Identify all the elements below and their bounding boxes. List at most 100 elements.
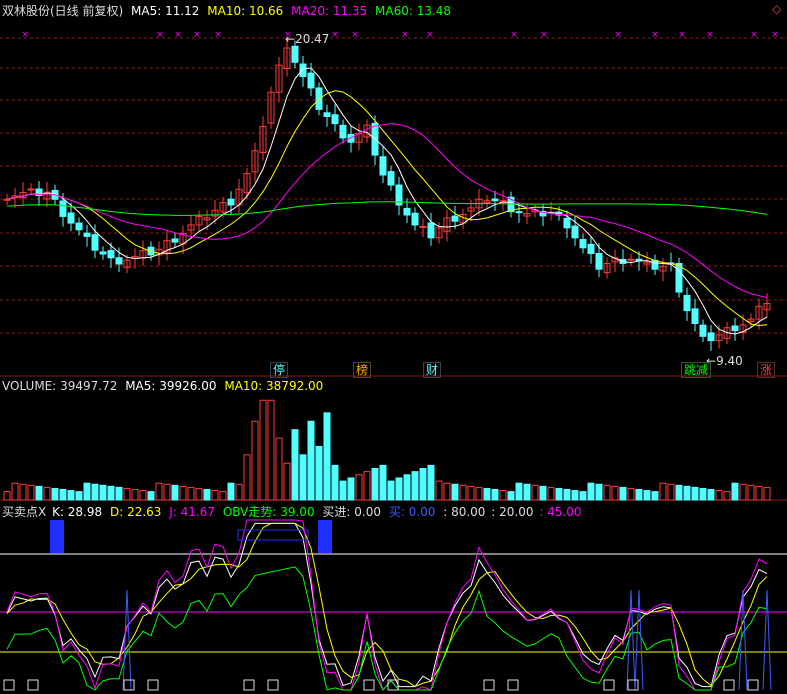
volume-bar [315, 445, 323, 501]
bottom-marker [3, 679, 15, 691]
volume-bar [155, 482, 163, 501]
volume-bar [691, 486, 699, 501]
bottom-marker [603, 679, 615, 691]
volume-bar [603, 484, 611, 501]
volume-bar [227, 482, 235, 501]
tag-finance[interactable]: 财 [423, 362, 442, 378]
volume-ma10-label: MA10: 38792.00 [224, 379, 324, 393]
top-signal-marker: × [771, 30, 779, 40]
tag-rise[interactable]: 涨 [757, 362, 776, 378]
candle-body [75, 222, 83, 231]
volume-bar [739, 483, 747, 501]
volume-bar [195, 487, 203, 501]
volume-bar [763, 486, 771, 501]
buy-signal-spike [634, 589, 644, 691]
low-price-marker: ←9.40 [706, 354, 743, 368]
top-signal-marker: × [21, 30, 29, 40]
volume-bar [387, 480, 395, 501]
volume-bar [243, 454, 251, 501]
volume-bar [307, 420, 315, 501]
candle-body [107, 250, 115, 259]
volume-bar [235, 483, 243, 501]
j-label: J: 41.67 [169, 505, 216, 519]
volume-bar [267, 399, 275, 501]
volume-bar [651, 491, 659, 501]
top-signal-marker: × [156, 30, 164, 40]
top-signal-marker: × [193, 30, 201, 40]
indicator-name[interactable]: 买卖点X [2, 505, 46, 519]
volume-bar [123, 487, 131, 501]
candle-body [403, 207, 411, 216]
j-line [6, 519, 768, 692]
candle-body [699, 324, 707, 337]
candle-body [387, 171, 395, 186]
tag-suspend[interactable]: 停 [270, 362, 289, 378]
high-price-marker: ←20.47 [285, 32, 330, 46]
top-signal-marker: × [706, 30, 714, 40]
volume-bar [667, 483, 675, 501]
kline-chart-canvas[interactable]: × × × × × × × × × × × × × × × × × × [0, 0, 787, 694]
volume-bar [491, 489, 499, 501]
bottom-marker [27, 679, 39, 691]
buy-signal-spike [626, 589, 636, 691]
level-20-label: : 20.00 [491, 505, 534, 519]
candle-body [707, 332, 715, 342]
volume-bar [339, 480, 347, 501]
candle-body [563, 217, 571, 229]
candle-body [299, 63, 307, 78]
bottom-marker [627, 679, 639, 691]
volume-bar [91, 483, 99, 501]
tag-ranking[interactable]: 榜 [353, 362, 372, 378]
volume-bar [27, 484, 35, 501]
candle-body [323, 112, 331, 117]
candle-body [627, 258, 635, 261]
candle-body [91, 234, 99, 251]
candle-body [675, 263, 683, 293]
candle-body [171, 238, 179, 243]
tag-gap-down[interactable]: 跳减 [681, 362, 712, 378]
candle-body [379, 156, 387, 176]
volume-bar [411, 471, 419, 501]
top-signal-marker: × [401, 30, 409, 40]
volume-bar [107, 485, 115, 501]
candle-body [595, 253, 603, 270]
volume-bar [579, 491, 587, 501]
volume-bar [531, 484, 539, 501]
obv-line [6, 566, 768, 691]
volume-bar [251, 420, 259, 501]
volume-bar [323, 412, 331, 501]
volume-bar [259, 399, 267, 501]
volume-bar [611, 485, 619, 501]
candle-body [339, 124, 347, 139]
volume-ma5-label: MA5: 39926.00 [125, 379, 217, 393]
candle-body [115, 257, 123, 265]
buy2-label: 买: 0.00 [388, 505, 436, 519]
volume-bar [683, 485, 691, 501]
candle-body [331, 114, 339, 125]
k-label: K: 28.98 [52, 505, 103, 519]
candle-body [731, 325, 739, 332]
top-signal-marker: × [678, 30, 686, 40]
indicator-header: 买卖点X K: 28.98 D: 22.63 J: 41.67 OBV走势: 3… [2, 503, 582, 520]
volume-bar [139, 490, 147, 501]
candle-body [491, 198, 499, 202]
volume-bar [331, 464, 339, 501]
volume-bar [507, 491, 515, 501]
volume-bar [19, 483, 27, 501]
ma60-line [6, 201, 768, 216]
volume-bar [299, 454, 307, 501]
d-line [6, 522, 768, 688]
volume-bar [11, 482, 19, 501]
bottom-marker [723, 679, 735, 691]
volume-bar [219, 491, 227, 501]
volume-bar [291, 429, 299, 501]
volume-bar [419, 468, 427, 501]
volume-bar [499, 490, 507, 501]
volume-bar [403, 474, 411, 501]
volume-bar [563, 489, 571, 501]
volume-bar [635, 489, 643, 501]
volume-bar [459, 484, 467, 501]
candle-body [651, 259, 659, 270]
candle-body [571, 225, 579, 239]
signal-block [318, 520, 332, 553]
